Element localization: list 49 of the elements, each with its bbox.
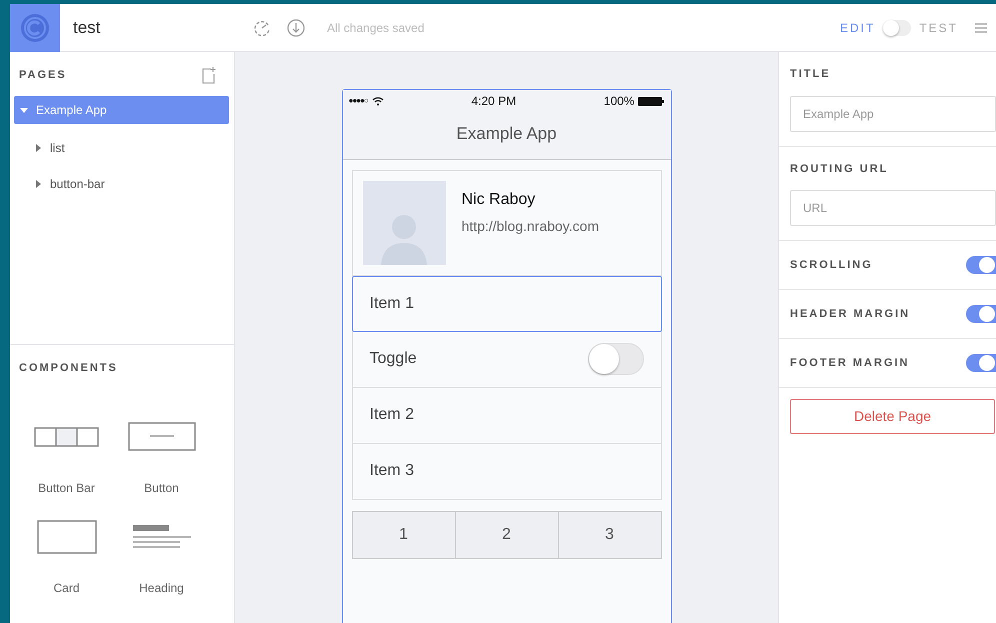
caret-icon[interactable]	[34, 180, 42, 188]
heading-component-icon[interactable]	[132, 524, 190, 548]
setting-label: HEADER MARGIN	[790, 306, 910, 322]
field-label: ROUTING URL	[790, 162, 890, 176]
add-page-icon[interactable]	[201, 66, 217, 84]
card-component-icon[interactable]	[36, 520, 96, 554]
toggle-label: Toggle	[370, 349, 417, 369]
mode-toggle[interactable]	[883, 20, 912, 36]
section-heading: PAGES	[19, 68, 67, 83]
component-label[interactable]: Heading	[139, 578, 184, 596]
bar-button[interactable]: 3	[558, 510, 662, 558]
bar-button[interactable]: 1	[352, 510, 456, 558]
component-label[interactable]: Button Bar	[38, 478, 95, 496]
profile-url: http://blog.nraboy.com	[462, 216, 599, 236]
menu-row[interactable]: Item 1	[352, 276, 662, 332]
status-time: 4:20 PM	[471, 93, 516, 110]
setting-label: SCROLLING	[790, 258, 873, 273]
app-title: Example App	[342, 112, 670, 160]
setting-label: FOOTER MARGIN	[790, 356, 910, 371]
history-icon[interactable]	[253, 18, 271, 36]
button-component-icon[interactable]	[128, 421, 196, 452]
component-label[interactable]: Button	[144, 478, 179, 496]
toggle-switch[interactable]	[966, 256, 996, 274]
section-heading: COMPONENTS	[19, 361, 119, 376]
caret-icon[interactable]	[34, 144, 42, 152]
text-field[interactable]: Example App	[790, 96, 996, 132]
bar-button[interactable]: 2	[456, 510, 558, 558]
battery-percent: 100%	[604, 93, 634, 110]
menu-icon[interactable]	[974, 22, 988, 34]
signal-indicator: ●●●●○	[348, 95, 368, 107]
toggle-switch[interactable]	[588, 343, 644, 375]
project-name: test	[73, 16, 102, 39]
download-icon[interactable]	[287, 18, 305, 36]
component-label[interactable]: Card	[53, 578, 80, 596]
field-label: TITLE	[790, 67, 832, 82]
wifi-icon	[372, 96, 384, 106]
page-tree-node[interactable]: button-bar	[14, 170, 229, 198]
toggle-switch[interactable]	[966, 305, 996, 323]
page-tree-node[interactable]: list	[14, 134, 229, 162]
caret-icon[interactable]	[20, 106, 28, 114]
text-field[interactable]: URL	[790, 190, 996, 226]
menu-row[interactable]: Item 3	[352, 444, 662, 500]
toggle-row[interactable]: Toggle	[352, 332, 662, 388]
menu-row[interactable]: Item 2	[352, 388, 662, 444]
save-status: All changes saved	[327, 20, 424, 36]
profile-name: Nic Raboy	[462, 190, 536, 210]
battery-icon	[638, 96, 664, 106]
toggle-switch[interactable]	[966, 354, 996, 372]
delete-button[interactable]: Delete Page	[790, 399, 995, 434]
